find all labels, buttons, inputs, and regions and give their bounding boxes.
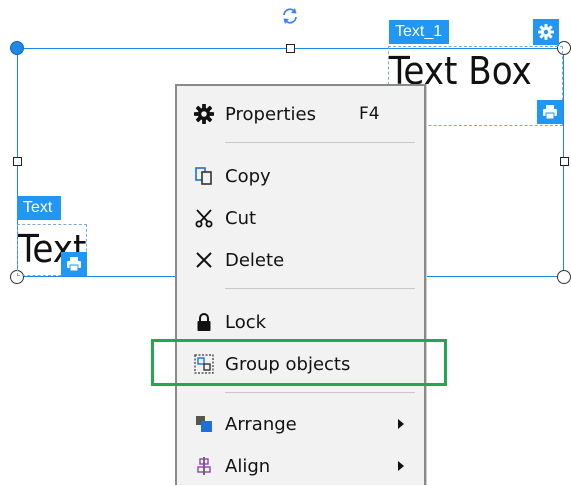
resize-handle-top[interactable] <box>286 44 295 53</box>
context-menu: Properties F4 Copy Cut Delete Lock Group… <box>175 84 426 485</box>
menu-item-align[interactable]: Align <box>177 446 424 486</box>
menu-item-delete[interactable]: Delete <box>177 240 424 280</box>
gear-icon <box>538 24 554 40</box>
resize-handle-bottom-right[interactable] <box>557 270 571 284</box>
submenu-arrow-icon <box>398 419 404 429</box>
menu-item-label: Lock <box>225 311 267 333</box>
gear-icon <box>193 103 215 125</box>
resize-handle-top-left[interactable] <box>10 41 24 55</box>
menu-item-label: Copy <box>225 165 271 187</box>
menu-item-label: Delete <box>225 249 285 271</box>
menu-item-cut[interactable]: Cut <box>177 198 424 238</box>
resize-handle-left[interactable] <box>13 157 22 166</box>
scissors-icon <box>193 207 215 229</box>
highlight-box <box>151 339 447 386</box>
menu-item-lock[interactable]: Lock <box>177 302 424 342</box>
align-icon <box>193 455 215 477</box>
object-print-button-2[interactable] <box>61 252 87 276</box>
object-tag-text-1[interactable]: Text_1 <box>389 20 449 44</box>
object-settings-button[interactable] <box>533 19 559 45</box>
close-icon <box>193 249 215 271</box>
menu-separator <box>225 142 415 143</box>
menu-item-arrange[interactable]: Arrange <box>177 404 424 444</box>
menu-item-label: Properties <box>225 103 316 125</box>
rotate-icon[interactable] <box>280 6 300 26</box>
object-print-button[interactable] <box>537 100 563 124</box>
menu-item-label: Cut <box>225 207 257 229</box>
object-tag-text[interactable]: Text <box>17 196 61 220</box>
printer-icon <box>67 257 81 272</box>
lock-icon <box>193 311 215 333</box>
menu-separator <box>225 392 415 393</box>
menu-item-copy[interactable]: Copy <box>177 156 424 196</box>
menu-item-properties[interactable]: Properties F4 <box>177 94 424 134</box>
menu-item-label: Align <box>225 455 271 477</box>
arrange-icon <box>193 413 215 435</box>
menu-item-label: Arrange <box>225 413 297 435</box>
printer-icon <box>543 105 557 120</box>
submenu-arrow-icon <box>398 461 404 471</box>
resize-handle-right[interactable] <box>560 157 569 166</box>
menu-item-shortcut: F4 <box>359 104 380 124</box>
menu-separator <box>225 288 415 289</box>
copy-icon <box>193 165 215 187</box>
